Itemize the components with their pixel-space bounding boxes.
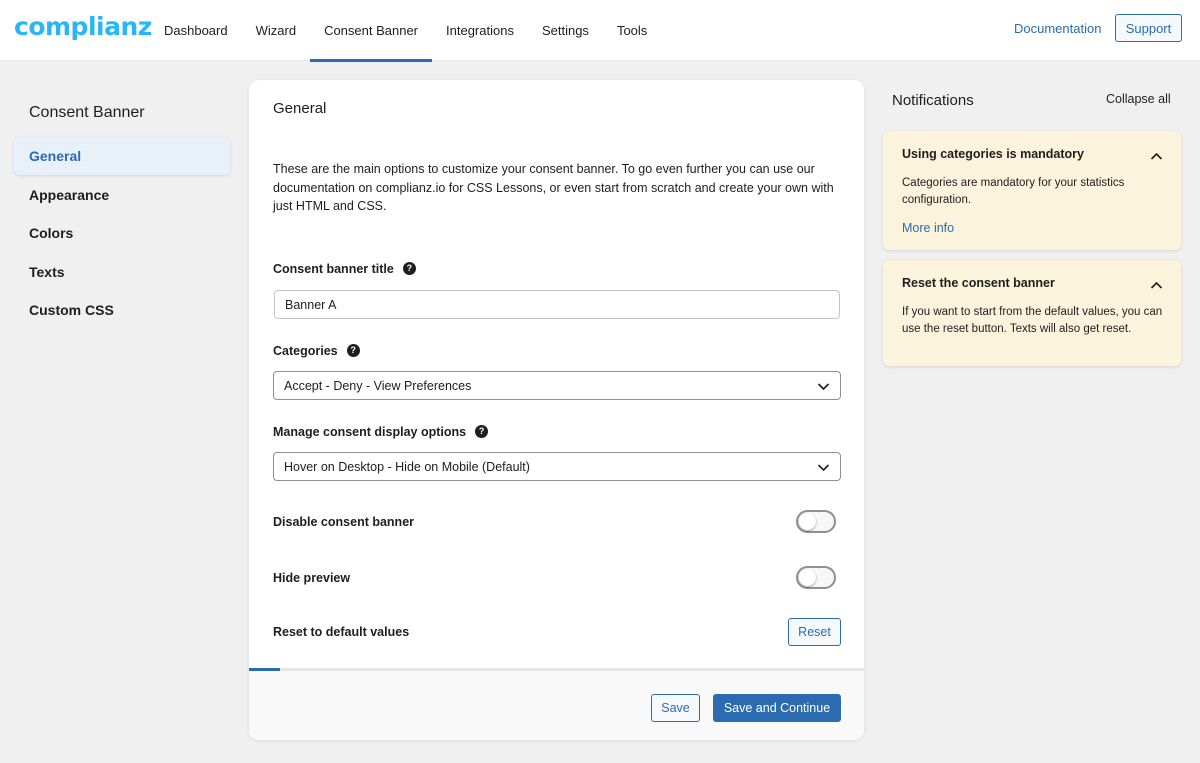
chevron-up-icon[interactable] (1150, 150, 1163, 163)
hide-preview-toggle[interactable] (796, 566, 836, 589)
sidebar-title: Consent Banner (29, 104, 145, 121)
categories-label-text: Categories (273, 344, 338, 358)
nav-dashboard[interactable]: Dashboard (150, 0, 242, 61)
nav-consent-banner[interactable]: Consent Banner (310, 0, 432, 62)
chevron-down-icon (817, 464, 830, 472)
categories-label: Categories ? (273, 343, 360, 358)
notifications-title: Notifications (892, 92, 974, 109)
disable-banner-label: Disable consent banner (273, 515, 414, 529)
support-button[interactable]: Support (1115, 14, 1182, 42)
banner-title-label-text: Consent banner title (273, 262, 394, 276)
card-title: General (273, 100, 327, 117)
main-nav: Dashboard Wizard Consent Banner Integrat… (150, 0, 661, 62)
notification-body: Categories are mandatory for your statis… (902, 177, 1125, 206)
reset-defaults-label: Reset to default values (273, 625, 409, 639)
manage-consent-label-text: Manage consent display options (273, 425, 467, 439)
hide-preview-label-text: Hide preview (273, 571, 351, 585)
sidebar-item-general[interactable]: General (14, 137, 230, 175)
notification-reset-banner: Reset the consent banner If you want to … (883, 260, 1181, 366)
sidebar-menu: General Appearance Colors Texts Custom C… (14, 137, 230, 330)
toggle-knob (799, 513, 816, 530)
manage-consent-label: Manage consent display options ? (273, 424, 489, 439)
chevron-up-icon[interactable] (1150, 279, 1163, 292)
sidebar-item-appearance[interactable]: Appearance (14, 176, 230, 214)
notification-title: Using categories is mandatory (902, 147, 1085, 161)
manage-consent-select[interactable]: Hover on Desktop - Hide on Mobile (Defau… (273, 452, 841, 481)
notification-body: If you want to start from the default va… (902, 306, 1163, 335)
complianz-logo[interactable]: complianz (14, 12, 152, 41)
hide-preview-label: Hide preview (273, 571, 350, 585)
toggle-knob (799, 569, 816, 586)
question-circle-icon[interactable]: ? (475, 424, 489, 438)
notification-title: Reset the consent banner (902, 276, 1055, 290)
reset-defaults-label-text: Reset to default values (273, 625, 410, 639)
question-circle-icon[interactable]: ? (402, 261, 416, 275)
settings-card: General These are the main options to cu… (249, 80, 864, 740)
nav-settings[interactable]: Settings (528, 0, 603, 61)
notification-categories-mandatory: Using categories is mandatory Categories… (883, 131, 1181, 250)
card-footer: Save Save and Continue (249, 668, 864, 740)
top-bar: complianz Dashboard Wizard Consent Banne… (0, 0, 1200, 62)
more-info-link[interactable]: More info (902, 221, 954, 235)
disable-banner-toggle[interactable] (796, 510, 836, 533)
sidebar-item-colors[interactable]: Colors (14, 214, 230, 252)
nav-tools[interactable]: Tools (603, 0, 661, 61)
progress-fill (249, 668, 280, 671)
banner-title-input[interactable] (274, 290, 840, 319)
nav-wizard[interactable]: Wizard (242, 0, 310, 61)
manage-consent-selected-value: Hover on Desktop - Hide on Mobile (Defau… (284, 459, 530, 474)
reset-button[interactable]: Reset (788, 618, 841, 646)
documentation-link[interactable]: Documentation (1014, 21, 1101, 36)
categories-select[interactable]: Accept - Deny - View Preferences (273, 371, 841, 400)
nav-integrations[interactable]: Integrations (432, 0, 528, 61)
intro-text: These are the main options to customize … (273, 162, 834, 213)
banner-title-label: Consent banner title ? (273, 261, 416, 276)
sidebar-item-texts[interactable]: Texts (14, 253, 230, 291)
disable-banner-label-text: Disable consent banner (273, 515, 415, 529)
save-and-continue-button[interactable]: Save and Continue (713, 694, 841, 722)
save-button[interactable]: Save (651, 694, 700, 722)
chevron-down-icon (817, 383, 830, 391)
question-circle-icon[interactable]: ? (346, 343, 360, 357)
progress-bar (249, 668, 864, 671)
collapse-all-link[interactable]: Collapse all (1106, 92, 1171, 106)
categories-selected-value: Accept - Deny - View Preferences (284, 378, 472, 393)
sidebar-item-custom-css[interactable]: Custom CSS (14, 291, 230, 329)
